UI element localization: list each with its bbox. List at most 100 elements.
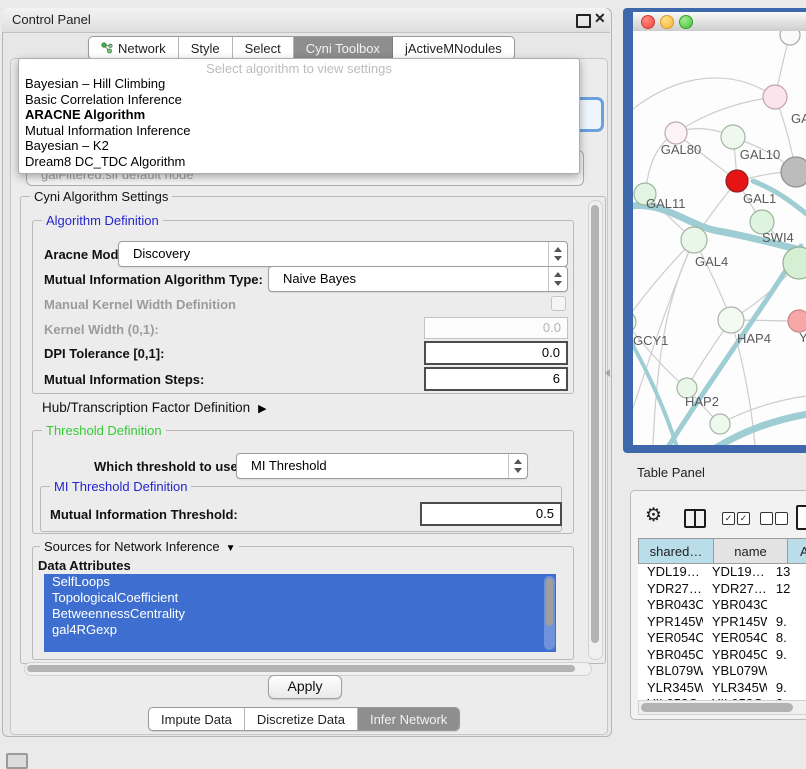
menu-item-bayesian-k2[interactable]: Bayesian – K2 — [19, 138, 579, 154]
data-attributes-label: Data Attributes — [38, 558, 131, 573]
which-threshold-combo[interactable]: MI Threshold — [236, 453, 528, 479]
node-red-selected[interactable] — [726, 170, 748, 192]
sources-group-title[interactable]: Sources for Network Inference▼ — [40, 539, 239, 554]
data-attributes-list[interactable]: SelfLoops TopologicalCoefficient Between… — [44, 574, 556, 652]
settings-scrollbar-thumb[interactable] — [591, 205, 599, 643]
menu-item-mutual-information[interactable]: Mutual Information Inference — [19, 123, 579, 139]
deselect-all-checkbox-icon[interactable] — [775, 512, 788, 525]
table-row[interactable]: YBR045C YBR045C 9. — [638, 647, 806, 664]
node-label: HAP4 — [737, 331, 771, 346]
node-label: GAL10 — [740, 147, 780, 162]
tab-network[interactable]: Network — [89, 37, 179, 59]
list-item-gal4rgexp[interactable]: gal4RGexp — [44, 622, 556, 638]
mi-type-value: Naive Bayes — [283, 271, 356, 286]
window-zoom-icon[interactable] — [679, 15, 693, 29]
node-unlabeled-top[interactable] — [780, 31, 800, 45]
table-row[interactable]: YBL079W YBL079W — [638, 663, 806, 680]
menu-item-basic-correlation[interactable]: Basic Correlation Inference — [19, 92, 579, 108]
window-close-icon[interactable] — [641, 15, 655, 29]
attributes-list-scrollbar[interactable] — [544, 576, 555, 650]
list-item-betweennesscentrality[interactable]: BetweennessCentrality — [44, 606, 556, 622]
settings-group-title: Cyni Algorithm Settings — [30, 189, 172, 204]
table-row[interactable]: YPR145W YPR145W 9. — [638, 614, 806, 631]
table-horizontal-scrollbar-thumb[interactable] — [641, 703, 793, 712]
dpi-tolerance-label: DPI Tolerance [0,1]: — [44, 346, 164, 361]
select-all-checkbox-icon[interactable]: ✓ — [737, 512, 750, 525]
table-row[interactable]: YER054C YER054C 8. — [638, 630, 806, 647]
manual-kernel-checkbox[interactable] — [551, 296, 566, 311]
threshold-definition-title: Threshold Definition — [42, 423, 166, 438]
panel-resize-handle[interactable] — [605, 369, 610, 377]
column-header-clipped[interactable]: A — [788, 538, 806, 564]
network-tab-icon — [101, 42, 113, 54]
table-row[interactable]: YDR27… YDR27… 12 — [638, 581, 806, 598]
mi-threshold-label: Mutual Information Threshold: — [50, 507, 238, 522]
split-columns-icon[interactable] — [684, 509, 706, 528]
kernel-width-field[interactable]: 0.0 — [424, 317, 568, 339]
tab-cyni-toolbox[interactable]: Cyni Toolbox — [294, 37, 393, 59]
close-icon[interactable]: ✕ — [594, 10, 606, 27]
node-gray[interactable] — [781, 157, 806, 187]
node-hap4[interactable] — [718, 307, 744, 333]
tab-style[interactable]: Style — [179, 37, 233, 59]
control-panel-titlebar[interactable] — [2, 8, 610, 33]
manual-kernel-label: Manual Kernel Width Definition — [44, 297, 236, 312]
attributes-list-scrollbar-thumb[interactable] — [546, 578, 553, 626]
node-label: SWI4 — [762, 230, 794, 245]
tab-discretize-data[interactable]: Discretize Data — [245, 708, 358, 730]
window-minimize-icon[interactable] — [660, 15, 674, 29]
node-gcy1[interactable] — [633, 311, 636, 333]
menu-item-bayesian-hill-climbing[interactable]: Bayesian – Hill Climbing — [19, 76, 579, 92]
hub-definition-toggle[interactable]: Hub/Transcription Factor Definition▶ — [42, 400, 267, 415]
tab-network-label: Network — [118, 41, 166, 56]
mi-steps-field[interactable]: 6 — [424, 367, 568, 391]
table-horizontal-scrollbar[interactable] — [638, 700, 806, 715]
settings-vertical-scrollbar[interactable] — [588, 200, 603, 660]
deselect-all-checkbox-icon[interactable] — [760, 512, 773, 525]
float-window-icon[interactable] — [576, 14, 591, 28]
mi-type-combo[interactable]: Naive Bayes — [268, 266, 568, 292]
node-label: HAP2 — [685, 394, 719, 409]
node-salmon[interactable] — [788, 310, 806, 332]
table-function-icon[interactable] — [796, 505, 806, 530]
menu-item-aracne[interactable]: ARACNE Algorithm — [19, 107, 579, 123]
network-canvas[interactable]: GAL GAL80 GAL10 GAL1 GAL11 SWI4 GAL4 GCY… — [633, 31, 806, 445]
tab-select[interactable]: Select — [233, 37, 294, 59]
table-row[interactable]: YDL19… YDL19… 13 — [638, 564, 806, 581]
settings-horizontal-scrollbar[interactable] — [24, 662, 592, 676]
list-item-topologicalcoefficient[interactable]: TopologicalCoefficient — [44, 590, 556, 606]
algorithm-dropdown-popup: Select algorithm to view settings Bayesi… — [18, 58, 580, 174]
node-swi4[interactable] — [783, 247, 806, 279]
node-gal-clipped[interactable] — [763, 85, 787, 109]
table-row[interactable]: YBR043C YBR043C — [638, 597, 806, 614]
table-row[interactable]: YLR345W YLR345W 9. — [638, 680, 806, 697]
node-gal4[interactable] — [681, 227, 707, 253]
tab-impute-data[interactable]: Impute Data — [149, 708, 245, 730]
node-bottom[interactable] — [710, 414, 730, 434]
tab-jactivemnodules[interactable]: jActiveMNodules — [393, 37, 514, 59]
column-header-shared-name[interactable]: shared… — [638, 538, 714, 564]
node-gal10[interactable] — [721, 125, 745, 149]
gear-icon[interactable]: ⚙ — [645, 504, 662, 527]
node-label: Y — [799, 330, 806, 345]
dpi-tolerance-field[interactable]: 0.0 — [424, 341, 568, 365]
kernel-width-label: Kernel Width (0,1): — [44, 322, 159, 337]
node-label: GAL11 — [646, 196, 686, 211]
mi-threshold-field[interactable]: 0.5 — [420, 502, 562, 526]
tab-infer-network[interactable]: Infer Network — [358, 708, 459, 730]
settings-horizontal-scrollbar-thumb[interactable] — [27, 665, 575, 672]
aracne-mode-combo[interactable]: Discovery — [118, 241, 568, 267]
collapse-down-icon[interactable]: ▼ — [226, 543, 236, 554]
menu-item-dream8[interactable]: Dream8 DC_TDC Algorithm — [19, 154, 579, 170]
network-window-titlebar[interactable] — [633, 12, 806, 32]
mi-type-label: Mutual Information Algorithm Type: — [44, 272, 263, 287]
apply-button[interactable]: Apply — [268, 675, 342, 699]
list-item-selfloops[interactable]: SelfLoops — [44, 574, 556, 590]
node-gal80[interactable] — [665, 122, 687, 144]
node-label: GAL4 — [695, 254, 728, 269]
table-body[interactable]: YDL19… YDL19… 13 YDR27… YDR27… 12 YBR043… — [638, 564, 806, 700]
column-header-name[interactable]: name — [714, 538, 788, 564]
expand-right-icon[interactable]: ▶ — [258, 402, 266, 415]
select-all-checkbox-icon[interactable]: ✓ — [722, 512, 735, 525]
combo-spinner-icon — [548, 267, 567, 291]
